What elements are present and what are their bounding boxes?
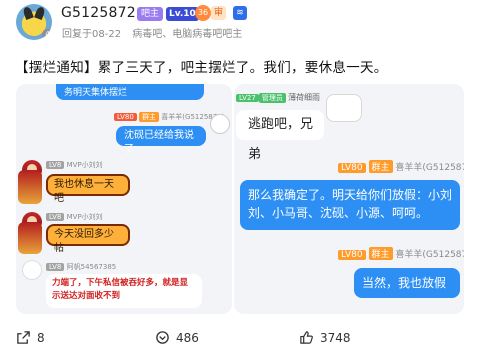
review-badge: 审 [211, 6, 227, 20]
character-avatar-icon [18, 222, 42, 254]
chat-tag: LV8 MVP小刘刘 [46, 160, 103, 170]
post-text: 【摆烂通知】累了三天了，吧主摆烂了。我们，要休息一天。 [15, 60, 388, 76]
forum-owner-badge: 吧主 [137, 7, 164, 21]
chat-bubble-2: 我也休息一天吧 [46, 174, 130, 204]
user-avatar[interactable]: 4 [16, 4, 52, 40]
like-icon [300, 331, 313, 344]
chat-screenshot-right[interactable]: LV27管理员 薄荷细雨 逃跑吧，兄弟 LV80 群主 喜羊羊(G5125872… [234, 84, 464, 314]
like-button[interactable]: 3748 [299, 330, 351, 345]
level-badge: Lv.10 [166, 7, 199, 21]
chat-tag: LV8 阿帆54567385 [46, 262, 116, 272]
chat-tag: LV27 管理员 薄荷细雨 [236, 92, 320, 103]
chat-tag: LV8 MVP小刘刘 [46, 212, 103, 222]
username[interactable]: G5125872 [61, 5, 136, 21]
post-meta: 回复于08-22 病毒吧、电脑病毒吧吧主 [62, 25, 242, 40]
chat-bubble-top: 务明天集体摆烂 [56, 84, 204, 100]
number-badge: 36 [195, 5, 211, 21]
share-icon [17, 331, 30, 344]
comment-count: 486 [176, 330, 199, 345]
member-mark-icon: ≋ [233, 6, 247, 20]
comment-button[interactable]: 486 [155, 330, 199, 345]
comment-icon [156, 331, 169, 344]
owner-forums[interactable]: 病毒吧、电脑病毒吧吧主 [132, 29, 242, 40]
character-avatar-icon [18, 170, 42, 204]
sheep-sticker-icon [326, 94, 362, 122]
chat-bubble-1: 沈砚已经给我说了 [116, 126, 206, 155]
post-action-bar: 8 486 3748 [0, 326, 477, 348]
chat-screenshot-left[interactable]: 务明天集体摆烂 LV80 群主 喜羊羊(G5125872) 沈砚已经给我说了 L… [16, 84, 232, 314]
share-count: 8 [37, 330, 45, 345]
chat-tag: LV80 群主 喜羊羊(G5125872) [338, 247, 464, 260]
face-avatar-icon [22, 260, 42, 280]
chat-tag: LV80 群主 喜羊羊(G5125872) [338, 160, 464, 173]
chat-tag: LV80 群主 喜羊羊(G5125872) [114, 112, 224, 122]
avatar-level-badge: 4 [42, 29, 52, 40]
chat-bubble-4: 力端了，下午私信被吞好多，就是显示送达对面收不到 [46, 274, 202, 308]
chat-bubble-right-1: 那么我确定了。明天给你们放假：小刘刘、小马哥、沈砚、小源、呵呵。 [240, 180, 460, 230]
chat-bubble-top-right: 逃跑吧，兄弟 [236, 110, 324, 162]
chat-bubble-3: 今天没回多少帖 [46, 224, 130, 254]
chat-bubble-right-2: 当然，我也放假 [354, 268, 460, 298]
like-count: 3748 [320, 330, 351, 345]
reply-time: 回复于08-22 [62, 29, 122, 40]
share-button[interactable]: 8 [16, 330, 45, 345]
sheep-avatar-icon [210, 114, 230, 134]
